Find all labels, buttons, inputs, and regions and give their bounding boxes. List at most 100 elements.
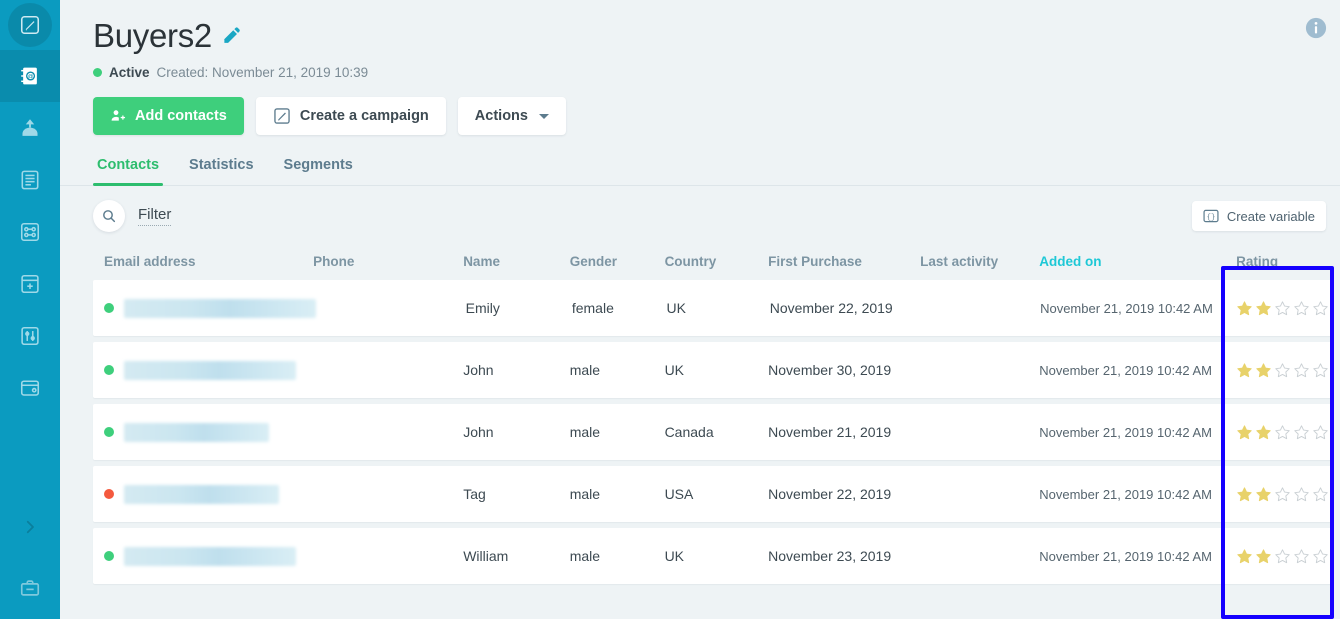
cell-rating[interactable] xyxy=(1224,548,1333,565)
add-contacts-button[interactable]: Add contacts xyxy=(93,97,244,135)
star-filled-icon xyxy=(1236,424,1253,441)
table-row[interactable]: WilliammaleUKNovember 23, 2019November 2… xyxy=(93,528,1333,584)
page-header: Buyers2 Active Created: November 21, 201… xyxy=(60,0,1340,135)
tab-statistics[interactable]: Statistics xyxy=(185,157,257,185)
star-empty-icon xyxy=(1274,300,1291,317)
table-row[interactable]: EmilyfemaleUKNovember 22, 2019November 2… xyxy=(93,280,1333,336)
table-row[interactable]: TagmaleUSANovember 22, 2019November 21, … xyxy=(93,466,1333,522)
rating-stars[interactable] xyxy=(1236,548,1333,565)
toolbar: Add contacts Create a campaign Actions xyxy=(93,97,1340,135)
contact-status-dot xyxy=(104,303,114,313)
rating-stars[interactable] xyxy=(1236,300,1333,317)
actions-label: Actions xyxy=(475,108,528,124)
sidebar-item-lists[interactable] xyxy=(0,154,60,206)
cell-rating[interactable] xyxy=(1224,362,1333,379)
create-variable-button[interactable]: {} Create variable xyxy=(1192,201,1326,231)
table-body: EmilyfemaleUKNovember 22, 2019November 2… xyxy=(93,280,1333,584)
table-row[interactable]: JohnmaleUKNovember 30, 2019November 21, … xyxy=(93,342,1333,398)
cell-country: UK xyxy=(665,548,769,564)
star-empty-icon xyxy=(1312,548,1329,565)
cell-rating[interactable] xyxy=(1224,486,1333,503)
tab-contacts[interactable]: Contacts xyxy=(93,157,163,185)
redacted-email xyxy=(124,485,279,504)
upload-contact-icon xyxy=(19,117,41,139)
star-filled-icon xyxy=(1255,424,1272,441)
star-filled-icon xyxy=(1236,300,1253,317)
cell-added-on: November 21, 2019 10:42 AM xyxy=(1039,363,1224,378)
rating-stars[interactable] xyxy=(1236,362,1333,379)
title-row: Buyers2 xyxy=(93,18,1340,54)
column-header-email[interactable]: Email address xyxy=(93,254,313,269)
info-icon[interactable] xyxy=(1305,17,1327,39)
cell-gender: male xyxy=(570,486,665,502)
column-header-gender[interactable]: Gender xyxy=(570,254,665,269)
cell-first-purchase: November 22, 2019 xyxy=(770,299,922,317)
star-empty-icon xyxy=(1312,300,1329,317)
column-header-phone[interactable]: Phone xyxy=(313,254,463,269)
column-header-added-on[interactable]: Added on xyxy=(1039,254,1224,269)
svg-text:{}: {} xyxy=(1206,214,1215,222)
add-contacts-label: Add contacts xyxy=(135,108,227,124)
info-circle-icon xyxy=(1305,17,1327,39)
column-header-first-purchase[interactable]: First Purchase xyxy=(768,254,920,269)
contact-status-dot xyxy=(104,365,114,375)
table-header-row: Email addressPhoneNameGenderCountryFirst… xyxy=(93,242,1333,280)
star-empty-icon xyxy=(1274,548,1291,565)
list-icon xyxy=(19,169,41,191)
actions-button[interactable]: Actions xyxy=(458,97,566,135)
search-button[interactable] xyxy=(93,200,125,232)
redacted-email xyxy=(124,423,269,442)
cell-name: William xyxy=(463,548,570,564)
search-icon xyxy=(101,208,117,224)
created-text: Created: November 21, 2019 10:39 xyxy=(157,65,369,80)
sidebar-item-contacts[interactable]: @ xyxy=(0,50,60,102)
star-empty-icon xyxy=(1293,548,1310,565)
star-empty-icon xyxy=(1274,424,1291,441)
column-header-last-activity[interactable]: Last activity xyxy=(920,254,1039,269)
filter-label[interactable]: Filter xyxy=(138,206,171,226)
contacts-book-icon: @ xyxy=(19,65,41,87)
star-filled-icon xyxy=(1236,548,1253,565)
star-filled-icon xyxy=(1236,362,1253,379)
sidebar-expand-button[interactable] xyxy=(0,502,60,552)
filter-left: Filter xyxy=(93,200,171,232)
star-empty-icon xyxy=(1312,362,1329,379)
sidebar-item-settings[interactable] xyxy=(0,310,60,362)
automation-icon xyxy=(19,221,41,243)
cell-rating[interactable] xyxy=(1224,300,1333,317)
braces-icon: {} xyxy=(1203,208,1219,224)
column-header-country[interactable]: Country xyxy=(665,254,769,269)
column-header-name[interactable]: Name xyxy=(463,254,570,269)
cell-email[interactable] xyxy=(93,423,313,442)
sidebar-item-billing[interactable] xyxy=(0,362,60,414)
chevron-down-icon xyxy=(539,114,549,119)
rating-stars[interactable] xyxy=(1236,486,1333,503)
star-empty-icon xyxy=(1293,424,1310,441)
tab-segments[interactable]: Segments xyxy=(280,157,357,185)
cell-email[interactable] xyxy=(93,299,316,318)
cell-email[interactable] xyxy=(93,361,313,380)
cell-email[interactable] xyxy=(93,547,313,566)
sidebar-item-automation[interactable] xyxy=(0,206,60,258)
page-title: Buyers2 xyxy=(93,18,212,54)
cell-gender: male xyxy=(570,424,665,440)
cell-country: USA xyxy=(665,486,769,502)
sidebar-item-forms[interactable] xyxy=(0,258,60,310)
sidebar-item-import-contacts[interactable] xyxy=(0,102,60,154)
status-label: Active xyxy=(109,65,150,80)
sidebar-item-briefcase[interactable] xyxy=(0,565,60,611)
pencil-icon[interactable] xyxy=(222,27,241,51)
column-header-rating[interactable]: Rating xyxy=(1224,254,1333,269)
sidebar-item-compose[interactable] xyxy=(0,0,60,50)
create-campaign-button[interactable]: Create a campaign xyxy=(256,97,446,135)
cell-rating[interactable] xyxy=(1224,424,1333,441)
cell-email[interactable] xyxy=(93,485,313,504)
star-filled-icon xyxy=(1255,362,1272,379)
star-filled-icon xyxy=(1255,548,1272,565)
cell-first-purchase: November 22, 2019 xyxy=(768,485,920,503)
table-row[interactable]: JohnmaleCanadaNovember 21, 2019November … xyxy=(93,404,1333,460)
rating-stars[interactable] xyxy=(1236,424,1333,441)
create-campaign-label: Create a campaign xyxy=(300,108,429,124)
main-content: Buyers2 Active Created: November 21, 201… xyxy=(60,0,1340,619)
star-filled-icon xyxy=(1255,486,1272,503)
